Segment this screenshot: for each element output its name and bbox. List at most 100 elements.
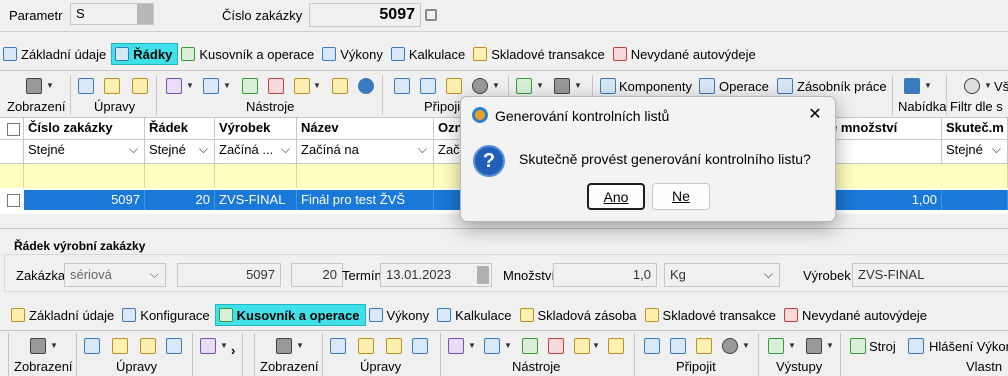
- column-header[interactable]: é množství: [826, 118, 942, 140]
- new-icon[interactable]: [330, 338, 346, 354]
- chevron-down-icon[interactable]: ▼: [788, 341, 796, 350]
- chevron-down-icon[interactable]: ▼: [46, 81, 54, 90]
- stamp-icon[interactable]: [548, 338, 564, 354]
- filter-cell[interactable]: Stejné ⌵: [24, 140, 145, 164]
- tab-kalkulace[interactable]: Kalkulace: [388, 43, 470, 65]
- spin-icon[interactable]: [137, 4, 153, 24]
- export-icon[interactable]: [608, 338, 624, 354]
- close-icon[interactable]: ✕: [801, 104, 829, 126]
- pin-icon[interactable]: [420, 78, 436, 94]
- notes-icon[interactable]: [446, 78, 462, 94]
- crosshair-icon[interactable]: [964, 78, 980, 94]
- delete-icon[interactable]: [132, 78, 148, 94]
- tab-vykony-bottom[interactable]: Výkony: [366, 304, 435, 326]
- chevron-down-icon[interactable]: ▼: [223, 81, 231, 90]
- report-icon[interactable]: [908, 338, 924, 354]
- machine-icon[interactable]: [850, 338, 866, 354]
- columns-icon[interactable]: [200, 338, 216, 354]
- unit-select[interactable]: Kg ⌵: [664, 263, 780, 287]
- chevron-down-icon[interactable]: ⌵: [764, 267, 773, 282]
- chevron-down-icon[interactable]: ▼: [220, 341, 228, 350]
- filter-cell[interactable]: [826, 140, 942, 164]
- termin-field[interactable]: 13.01.2023: [380, 263, 492, 287]
- tab-nevydane-autovydeje-bottom[interactable]: Nevydané autovýdeje: [781, 304, 932, 326]
- vs-button[interactable]: Vš: [994, 79, 1008, 94]
- printer-icon[interactable]: [806, 338, 822, 354]
- filter-cell[interactable]: Stejné ⌵: [942, 140, 1008, 164]
- new-row-cell[interactable]: [0, 164, 24, 188]
- chevron-down-icon[interactable]: ⌵: [281, 142, 290, 157]
- refresh-icon[interactable]: [574, 338, 590, 354]
- excel-icon[interactable]: [516, 78, 532, 94]
- chevron-down-icon[interactable]: ▼: [742, 341, 750, 350]
- chevron-down-icon[interactable]: ▼: [504, 341, 512, 350]
- edit-icon[interactable]: [112, 338, 128, 354]
- cell-skutecne[interactable]: [942, 190, 1008, 210]
- chevron-down-icon[interactable]: ▼: [592, 341, 600, 350]
- document-edit-icon[interactable]: [394, 78, 410, 94]
- zakazka-type-select[interactable]: sériová ⌵: [64, 263, 166, 287]
- mnozstvi-field[interactable]: 1,0: [553, 263, 657, 287]
- calendar-icon[interactable]: [477, 266, 489, 284]
- radek-field[interactable]: 20: [291, 263, 343, 287]
- operations-button[interactable]: Operace: [719, 79, 769, 94]
- chevron-down-icon[interactable]: ▼: [186, 81, 194, 90]
- filter-cell[interactable]: Začíná ... ⌵: [215, 140, 297, 164]
- components-icon[interactable]: [600, 78, 616, 94]
- cell-radek[interactable]: 20: [145, 190, 215, 210]
- notes-icon[interactable]: [696, 338, 712, 354]
- column-header[interactable]: Výrobek: [215, 118, 297, 140]
- chevron-down-icon[interactable]: ▼: [924, 81, 932, 90]
- column-header[interactable]: Řádek: [145, 118, 215, 140]
- tab-skladova-zasoba[interactable]: Skladová zásoba: [517, 304, 642, 326]
- help-icon[interactable]: [358, 78, 374, 94]
- tab-zakladni-udaje[interactable]: Základní údaje: [0, 43, 111, 65]
- copy-icon[interactable]: [166, 338, 182, 354]
- tab-skladove-transakce[interactable]: Skladové transakce: [470, 43, 609, 65]
- yes-button[interactable]: Ano: [587, 183, 645, 210]
- chevron-down-icon[interactable]: ▼: [984, 81, 992, 90]
- row-checkbox[interactable]: [7, 194, 20, 207]
- components-button[interactable]: Komponenty: [619, 79, 692, 94]
- new-row-cell[interactable]: [24, 164, 145, 188]
- chevron-down-icon[interactable]: ▼: [313, 81, 321, 90]
- work-queue-icon[interactable]: [777, 78, 793, 94]
- column-header[interactable]: Název: [297, 118, 434, 140]
- new-icon[interactable]: [84, 338, 100, 354]
- columns-icon[interactable]: [166, 78, 182, 94]
- view-icon[interactable]: [276, 338, 292, 354]
- excel-icon[interactable]: [768, 338, 784, 354]
- chevron-down-icon[interactable]: ▼: [468, 341, 476, 350]
- chevron-down-icon[interactable]: ⌵: [992, 142, 1001, 157]
- stroj-button[interactable]: Stroj: [869, 339, 896, 354]
- cell-nazev[interactable]: Finál pro test ŽVŠ: [297, 190, 434, 210]
- cislo-zakazky-field[interactable]: 5097: [309, 3, 421, 27]
- tab-kusovnik-a-operace[interactable]: Kusovník a operace: [178, 43, 319, 65]
- document-edit-icon[interactable]: [644, 338, 660, 354]
- cell-cislo-zakazky[interactable]: 5097: [24, 190, 145, 210]
- expand-icon[interactable]: ›: [231, 343, 235, 358]
- chevron-down-icon[interactable]: ▼: [536, 81, 544, 90]
- tab-kalkulace-bottom[interactable]: Kalkulace: [434, 304, 516, 326]
- column-header[interactable]: Číslo zakázky: [24, 118, 145, 140]
- grid-icon[interactable]: [242, 78, 258, 94]
- delete-icon[interactable]: [140, 338, 156, 354]
- edit-icon[interactable]: [104, 78, 120, 94]
- offer-icon[interactable]: [904, 78, 920, 94]
- stamp-icon[interactable]: [268, 78, 284, 94]
- new-row-cell[interactable]: [215, 164, 297, 188]
- disc-icon[interactable]: [722, 338, 738, 354]
- printer-icon[interactable]: [554, 78, 570, 94]
- chevron-down-icon[interactable]: ▼: [826, 341, 834, 350]
- tab-konfigurace[interactable]: Konfigurace: [119, 304, 214, 326]
- column-header[interactable]: Skuteč.m: [942, 118, 1008, 140]
- filter-cell[interactable]: Začíná na ⌵: [297, 140, 434, 164]
- chevron-down-icon[interactable]: ▼: [296, 341, 304, 350]
- filter-cell[interactable]: Stejné ⌵: [145, 140, 215, 164]
- chevron-down-icon[interactable]: ⌵: [129, 142, 138, 157]
- chevron-down-icon[interactable]: ⌵: [418, 142, 427, 157]
- operations-icon[interactable]: [699, 78, 715, 94]
- export-icon[interactable]: [332, 78, 348, 94]
- chevron-down-icon[interactable]: ⌵: [150, 267, 159, 282]
- edit-icon[interactable]: [358, 338, 374, 354]
